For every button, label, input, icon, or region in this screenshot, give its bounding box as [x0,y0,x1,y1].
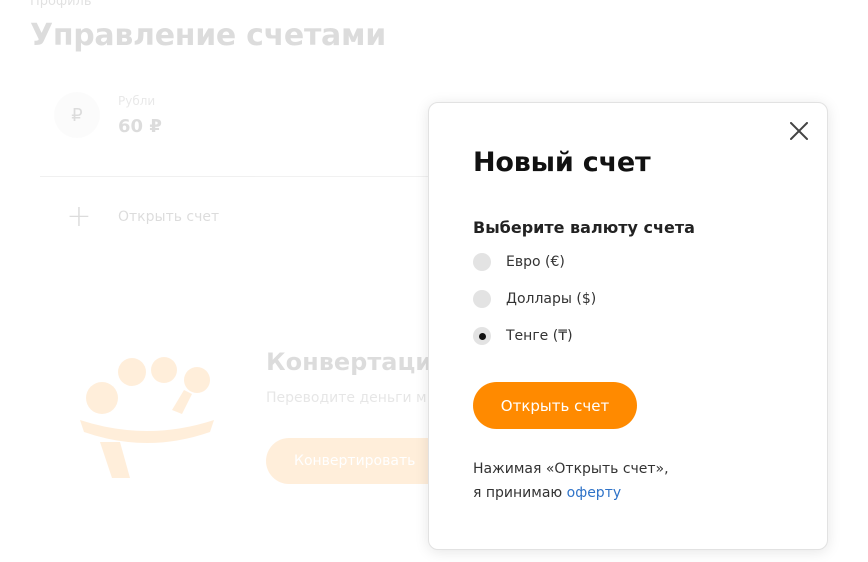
plus-icon: + [66,199,92,234]
currency-option-dollar[interactable]: Доллары ($) [473,290,596,308]
currency-section-label: Выберите валюту счета [473,218,695,237]
convert-button-label: Конвертировать [294,453,416,469]
close-icon [790,122,808,140]
offer-link[interactable]: оферту [567,485,621,501]
page: Профиль Управление счетами ₽ Рубли 60 ₽ … [0,0,868,562]
account-name: Рубли [118,94,156,108]
currency-option-label: Тенге (₸) [506,328,573,344]
currency-option-label: Доллары ($) [506,291,597,307]
ruble-icon: ₽ [54,92,100,138]
account-currency-symbol: ₽ [71,104,83,126]
open-account-label: Открыть счет [118,209,220,225]
account-balance: 60 ₽ [118,116,162,137]
currency-option-tenge[interactable]: Тенге (₸) [473,327,573,345]
promo-description: Переводите деньги м [266,390,427,406]
new-account-modal: Новый счет Выберите валюту счета Евро (€… [428,102,828,550]
radio-dollar[interactable] [473,290,491,308]
promo-title: Конвертация [266,348,448,376]
terms-line-2: я принимаю оферту [473,481,669,505]
terms-text: Нажимая «Открыть счет», я принимаю оферт… [473,457,669,505]
terms-prefix: я принимаю [473,485,563,501]
currency-option-label: Евро (€) [506,254,565,270]
close-button[interactable] [787,119,811,143]
breadcrumb[interactable]: Профиль [30,0,92,9]
currency-exchange-illustration [80,357,214,478]
radio-tenge[interactable] [473,327,491,345]
page-title: Управление счетами [30,18,386,53]
open-account-link[interactable]: + Открыть счет [64,199,220,234]
modal-title: Новый счет [473,147,651,178]
open-account-button[interactable]: Открыть счет [473,382,637,429]
currency-option-euro[interactable]: Евро (€) [473,253,565,271]
radio-euro[interactable] [473,253,491,271]
terms-line-1: Нажимая «Открыть счет», [473,461,669,477]
